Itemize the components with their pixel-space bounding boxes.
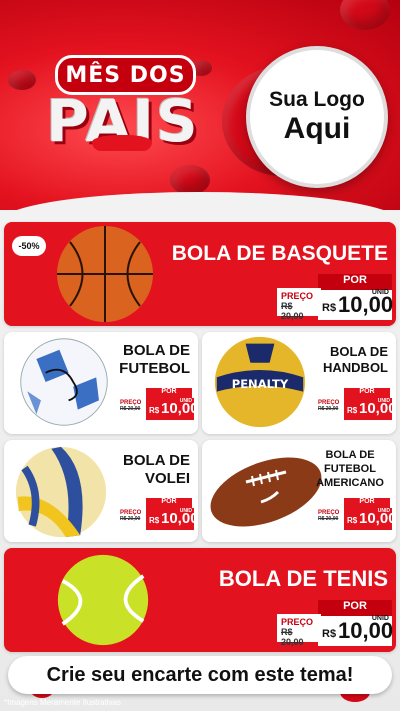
- old-price-box: PREÇO R$ 20,00: [277, 614, 321, 647]
- currency: R$: [347, 516, 358, 525]
- old-price: R$ 20,00: [281, 301, 304, 321]
- product-name: BOLA DE VOLEI: [123, 452, 190, 488]
- product-name-line: BOLA DE: [329, 344, 388, 359]
- product-name-line: HANDBOL: [323, 360, 388, 375]
- unit-label: UNID: [371, 615, 389, 622]
- cta-button[interactable]: Crie seu encarte com este tema!: [8, 656, 392, 694]
- por-text: POR: [359, 498, 375, 505]
- currency: R$: [322, 302, 337, 314]
- discount-badge: -50%: [12, 236, 46, 256]
- american-football-image: [210, 457, 322, 527]
- logo-text-line2: Aqui: [283, 112, 351, 145]
- product-name-line: FUTEBOL: [119, 360, 190, 377]
- price-label: PREÇO: [318, 510, 340, 516]
- product-name-line: BOLA DE: [325, 449, 375, 461]
- price-por-label: POR: [318, 600, 392, 616]
- header-banner: MÊS DOS PAIS Sua Logo Aqui: [0, 0, 400, 215]
- currency: R$: [149, 406, 160, 415]
- new-price-box: R$ 10,00 UNID: [318, 615, 393, 646]
- product-card-basquete[interactable]: -50% BOLA DE BASQUETE POR PREÇO R$ 20,00…: [4, 222, 396, 326]
- product-name-line: BOLA DE: [123, 452, 190, 469]
- soccer-ball-image: [20, 338, 108, 426]
- footnote: *Imagens Meramente Ilustrativas: [4, 698, 121, 707]
- product-name-line: FUTEBOL: [324, 463, 376, 475]
- unit-label: UNID: [371, 289, 389, 296]
- currency: R$: [149, 516, 160, 525]
- product-card-futebol-americano[interactable]: BOLA DE FUTEBOL AMERICANO POR PREÇO R$ 2…: [202, 440, 396, 542]
- product-name: BOLA DE TENIS: [218, 566, 388, 591]
- product-name: BOLA DE HANDBOL: [323, 344, 388, 376]
- unit-label: UNID: [377, 508, 390, 514]
- product-card-futebol[interactable]: BOLA DE FUTEBOL POR PREÇO R$ 20,00 R$ 10…: [4, 332, 198, 434]
- old-price: R$ 20,00: [120, 406, 141, 412]
- currency: R$: [322, 628, 337, 640]
- por-text: POR: [161, 498, 177, 505]
- product-name: BOLA DE BASQUETE: [171, 242, 388, 265]
- price-label: PREÇO: [318, 400, 340, 406]
- new-price-box: R$ 10,00 UNID: [318, 289, 393, 320]
- product-name-line: AMERICANO: [316, 477, 384, 489]
- unit-label: UNID: [179, 508, 192, 514]
- tennis-ball-image: [57, 554, 149, 646]
- currency: R$: [347, 406, 358, 415]
- por-text: POR: [343, 274, 367, 286]
- old-price-box: PREÇO R$ 20,00: [316, 508, 346, 528]
- logo-placeholder[interactable]: Sua Logo Aqui: [246, 46, 388, 188]
- new-price-box: R$ 10,00 UNID: [146, 398, 198, 420]
- volleyball-image: [15, 446, 107, 538]
- product-card-volei[interactable]: BOLA DE VOLEI POR PREÇO R$ 20,00 R$ 10,0…: [4, 440, 198, 542]
- old-price-box: PREÇO R$ 20,00: [118, 508, 148, 528]
- new-price-box: R$ 10,00 UNID: [344, 398, 396, 420]
- product-name-line: VOLEI: [144, 470, 190, 487]
- handball-image: PENALTY: [214, 336, 306, 428]
- price-por-label: POR: [318, 274, 392, 290]
- heart-decoration: [340, 0, 390, 30]
- old-price: R$ 20,00: [120, 516, 141, 522]
- por-text: POR: [161, 388, 177, 395]
- por-text: POR: [359, 388, 375, 395]
- product-card-tenis[interactable]: BOLA DE TENIS POR PREÇO R$ 20,00 R$ 10,0…: [4, 548, 396, 652]
- heart-decoration: [170, 165, 210, 195]
- product-name: BOLA DE FUTEBOL AMERICANO: [312, 448, 388, 490]
- logo-text-line1: Sua Logo: [269, 88, 365, 111]
- mustache-icon: [92, 135, 152, 151]
- old-price-box: PREÇO R$ 20,00: [316, 398, 346, 418]
- product-card-handbol[interactable]: PENALTY BOLA DE HANDBOL POR PREÇO R$ 20,…: [202, 332, 396, 434]
- por-text: POR: [343, 600, 367, 612]
- heart-decoration: [8, 70, 36, 90]
- price-label: PREÇO: [281, 291, 314, 301]
- svg-text:PENALTY: PENALTY: [232, 377, 289, 391]
- basketball-image: [57, 226, 153, 322]
- new-price-box: R$ 10,00 UNID: [146, 508, 198, 530]
- old-price-box: PREÇO R$ 20,00: [118, 398, 148, 418]
- price-label: PREÇO: [120, 510, 142, 516]
- unit-label: UNID: [377, 398, 390, 404]
- product-name-line: BOLA DE: [123, 342, 190, 359]
- product-name: BOLA DE FUTEBOL: [119, 342, 190, 378]
- old-price: R$ 20,00: [281, 627, 304, 647]
- new-price-box: R$ 10,00 UNID: [344, 508, 396, 530]
- old-price-box: PREÇO R$ 20,00: [277, 288, 321, 321]
- unit-label: UNID: [179, 398, 192, 404]
- price-label: PREÇO: [120, 400, 142, 406]
- old-price: R$ 20,00: [318, 406, 339, 412]
- old-price: R$ 20,00: [318, 516, 339, 522]
- price-label: PREÇO: [281, 617, 314, 627]
